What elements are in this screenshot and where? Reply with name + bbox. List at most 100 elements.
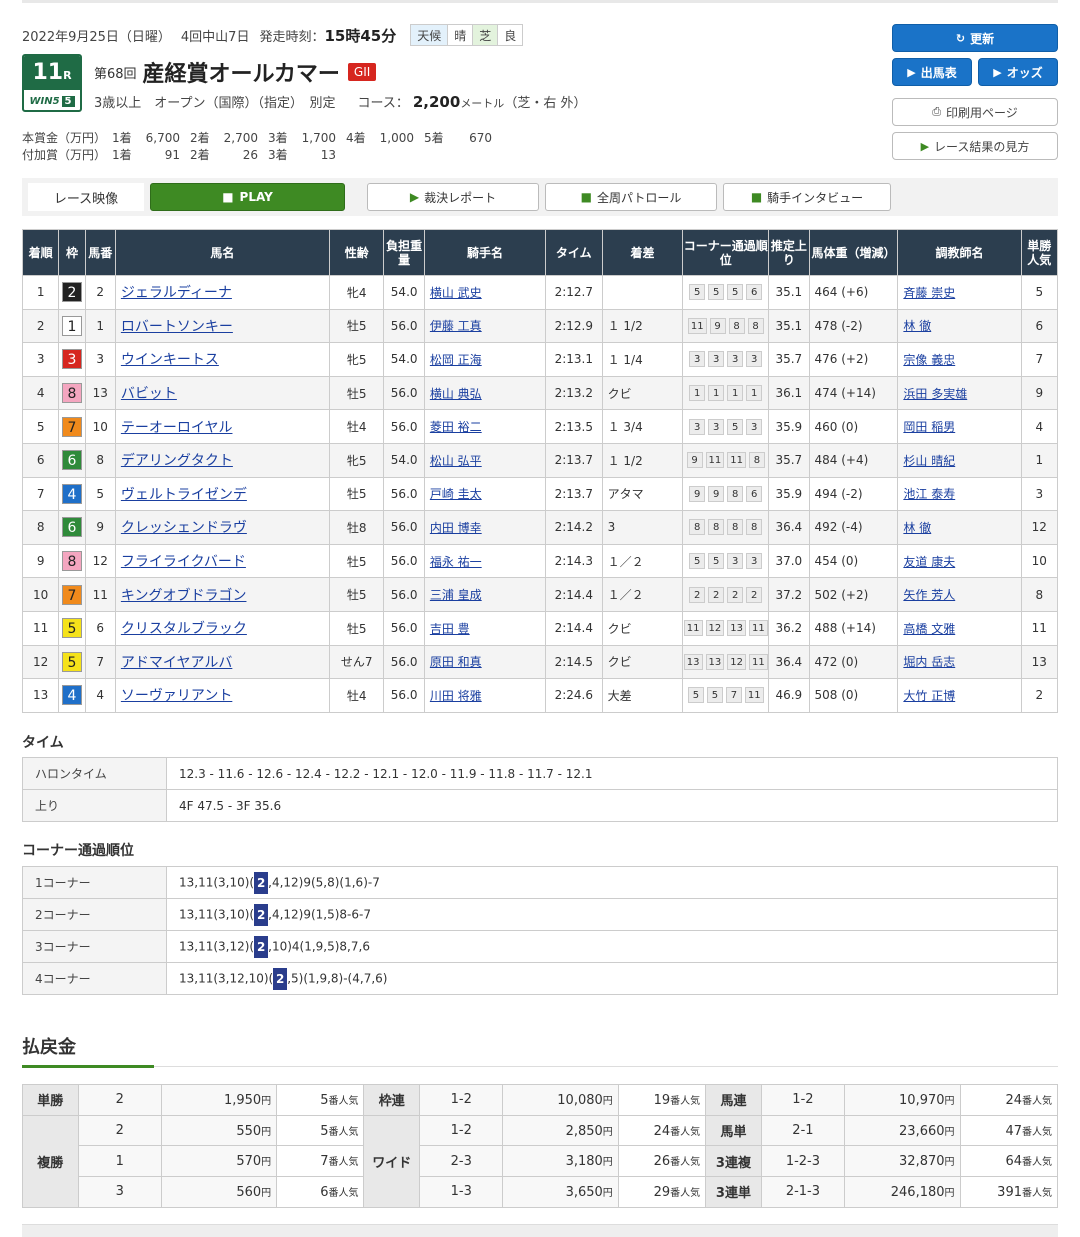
jockey-link[interactable]: 伊藤 工真 — [430, 319, 482, 333]
trainer-link[interactable]: 矢作 芳人 — [903, 588, 955, 602]
table-row: 1 2 2 ジェラルディーナ 牝4 54.0 横山 武史 2:12.7 5 5 5 6 35.1 464 … — [21, 275, 1059, 310]
ninki-unit: 番人気 — [1022, 1157, 1052, 1169]
trainer-cell: 斉藤 崇史 — [897, 275, 1022, 310]
trainer-link[interactable]: 林 徹 — [903, 521, 931, 535]
jockey-link[interactable]: 菱田 裕二 — [430, 420, 482, 434]
horse-name-link[interactable]: フライライクバード — [121, 554, 246, 570]
corner-badges: 11 12 13 11 — [683, 620, 768, 637]
table-row: 3 3 3 ウインキートス 牝5 54.0 松岡 正海 2:13.1 １ 1/4 3 3 3 3 35.7… — [21, 342, 1059, 377]
margin: クビ — [601, 644, 684, 680]
trainer-link[interactable]: 浜田 多実雄 — [903, 387, 967, 401]
win-popularity: 9 — [1020, 375, 1059, 411]
patrol-button[interactable]: ■ 全周パトロール — [545, 183, 717, 211]
jockey-link[interactable]: 三浦 皇成 — [430, 588, 482, 602]
horse-name-link[interactable]: バビット — [121, 386, 177, 402]
trainer-link[interactable]: 岡田 稲男 — [903, 420, 955, 434]
corner-badge: 13 — [727, 620, 746, 637]
tansho-label: 単勝 — [22, 1084, 79, 1116]
last-3f: 36.4 — [768, 644, 810, 680]
jockey-link[interactable]: 松岡 正海 — [430, 353, 482, 367]
horse-name-link[interactable]: ロバートソンキー — [121, 319, 233, 335]
payout-pop-cell: 5番人気 — [276, 1114, 365, 1147]
trainer-link[interactable]: 宗像 義忠 — [903, 353, 955, 367]
yen-unit: 円 — [602, 1187, 613, 1199]
trainer-link[interactable]: 堀内 岳志 — [903, 655, 955, 669]
refresh-button[interactable]: ↻ 更新 — [892, 24, 1058, 52]
furlong-label: ハロンタイム — [22, 757, 167, 790]
corner-badge: 3 — [708, 418, 725, 435]
jockey-link[interactable]: 原田 和真 — [430, 655, 482, 669]
jockey-link[interactable]: 福永 祐一 — [430, 555, 482, 569]
horse-name-link[interactable]: アドマイヤアルバ — [121, 655, 232, 671]
payout-combo: 1-2 — [419, 1114, 504, 1147]
trainer-cell: 友道 康夫 — [897, 543, 1022, 579]
horse-name-link[interactable]: デアリングタクト — [121, 453, 233, 469]
horse-name-link[interactable]: テーオーロイヤル — [121, 420, 233, 436]
trainer-link[interactable]: 友道 康夫 — [903, 555, 955, 569]
prize-value: 1,700 — [301, 131, 336, 145]
trainer-link[interactable]: 大竹 正博 — [903, 689, 955, 703]
trainer-link[interactable]: 高橋 文雅 — [903, 622, 955, 636]
jockey-link[interactable]: 内田 博幸 — [430, 521, 482, 535]
horse-name-link[interactable]: ジェラルディーナ — [121, 285, 232, 301]
corner-positions: 9986 — [682, 476, 770, 512]
horse-name-link[interactable]: クリスタルブラック — [121, 621, 247, 637]
win-popularity: 6 — [1020, 308, 1059, 344]
trainer-link[interactable]: 林 徹 — [903, 319, 931, 333]
payout-title: 払戻金 — [22, 1037, 76, 1058]
margin: クビ — [601, 610, 684, 646]
margin: アタマ — [601, 476, 684, 512]
yen-unit: 円 — [944, 1157, 955, 1169]
corner-label: 2コーナー — [22, 898, 167, 931]
payout-combo: 3 — [77, 1176, 162, 1208]
prize-place: 2着 — [190, 131, 210, 145]
entries-button[interactable]: ▶ 出馬表 — [892, 58, 972, 86]
horse-name-link[interactable]: ソーヴァリアント — [121, 688, 232, 704]
horse-name-link[interactable]: キングオブドラゴン — [121, 588, 247, 604]
horse-name-link[interactable]: ヴェルトライゼンデ — [121, 487, 247, 503]
waku-cell: 7 — [58, 577, 86, 612]
horse-number: 2 — [84, 275, 116, 310]
interview-button[interactable]: ■ 騎手インタビュー — [723, 183, 891, 211]
last-3f: 35.1 — [768, 275, 810, 310]
jockey-link[interactable]: 戸崎 圭太 — [430, 487, 482, 501]
trainer-link[interactable]: 杉山 晴紀 — [903, 454, 955, 468]
print-button[interactable]: ⎙ 印刷用ページ — [892, 98, 1058, 126]
corner-order-post: ,4,12)9(5,8)(1,6)-7 — [268, 875, 380, 889]
horse-name-link[interactable]: ウインキートス — [121, 352, 219, 368]
horse-name-link[interactable]: クレッシェンドラヴ — [121, 520, 247, 536]
jockey-cell: 福永 祐一 — [423, 543, 547, 579]
howto-button[interactable]: ▶ レース結果の見方 — [892, 132, 1058, 160]
trainer-cell: 浜田 多実雄 — [897, 375, 1022, 411]
horse-name-cell: ジェラルディーナ — [114, 275, 330, 310]
jockey-link[interactable]: 横山 典弘 — [430, 387, 482, 401]
jockey-link[interactable]: 横山 武史 — [430, 286, 482, 300]
odds-button[interactable]: ▶ オッズ — [978, 58, 1058, 86]
play-button[interactable]: ■ PLAY — [150, 183, 345, 211]
report-button[interactable]: ▶ 裁決レポート — [367, 183, 539, 211]
jockey-link[interactable]: 吉田 豊 — [430, 622, 470, 636]
last-3f: 35.7 — [768, 342, 810, 377]
trainer-link[interactable]: 斉藤 崇史 — [903, 286, 955, 300]
payout-combo: 2-3 — [419, 1145, 504, 1178]
table-row: 10 7 11 キングオブドラゴン 牡5 56.0 三浦 皇成 2:14.4 １／２ 2 2 2 2 37… — [21, 577, 1059, 612]
payout-table: 単勝 2 1,950円 5番人気 枠連 1-2 10,080円 19番人気 馬連 1-2 10,97… — [22, 1084, 1059, 1208]
payout-popularity: 19 — [653, 1092, 671, 1108]
ninki-unit: 番人気 — [1022, 1126, 1052, 1138]
margin — [601, 275, 684, 310]
trainer-link[interactable]: 池江 泰寿 — [903, 487, 955, 501]
body-weight: 474 (+14) — [808, 375, 899, 411]
carried-weight: 56.0 — [383, 543, 425, 579]
jockey-link[interactable]: 松山 弘平 — [430, 454, 482, 468]
horse-number: 3 — [84, 342, 116, 377]
waku-badge: 3 — [61, 349, 82, 370]
payout-combo: 2 — [77, 1084, 162, 1116]
prize-place: 1着 — [112, 131, 132, 145]
table-row: 7 4 5 ヴェルトライゼンデ 牡5 56.0 戸崎 圭太 2:13.7 アタマ 9 9 8 6 35.9… — [21, 476, 1059, 512]
last-3f: 36.4 — [768, 510, 810, 545]
jockey-cell: 松山 弘平 — [423, 442, 547, 478]
corner-section-title: コーナー通過順位 — [22, 843, 134, 859]
win-popularity: 12 — [1020, 510, 1059, 545]
jockey-link[interactable]: 川田 将雅 — [430, 689, 482, 703]
win-popularity: 5 — [1020, 275, 1059, 310]
